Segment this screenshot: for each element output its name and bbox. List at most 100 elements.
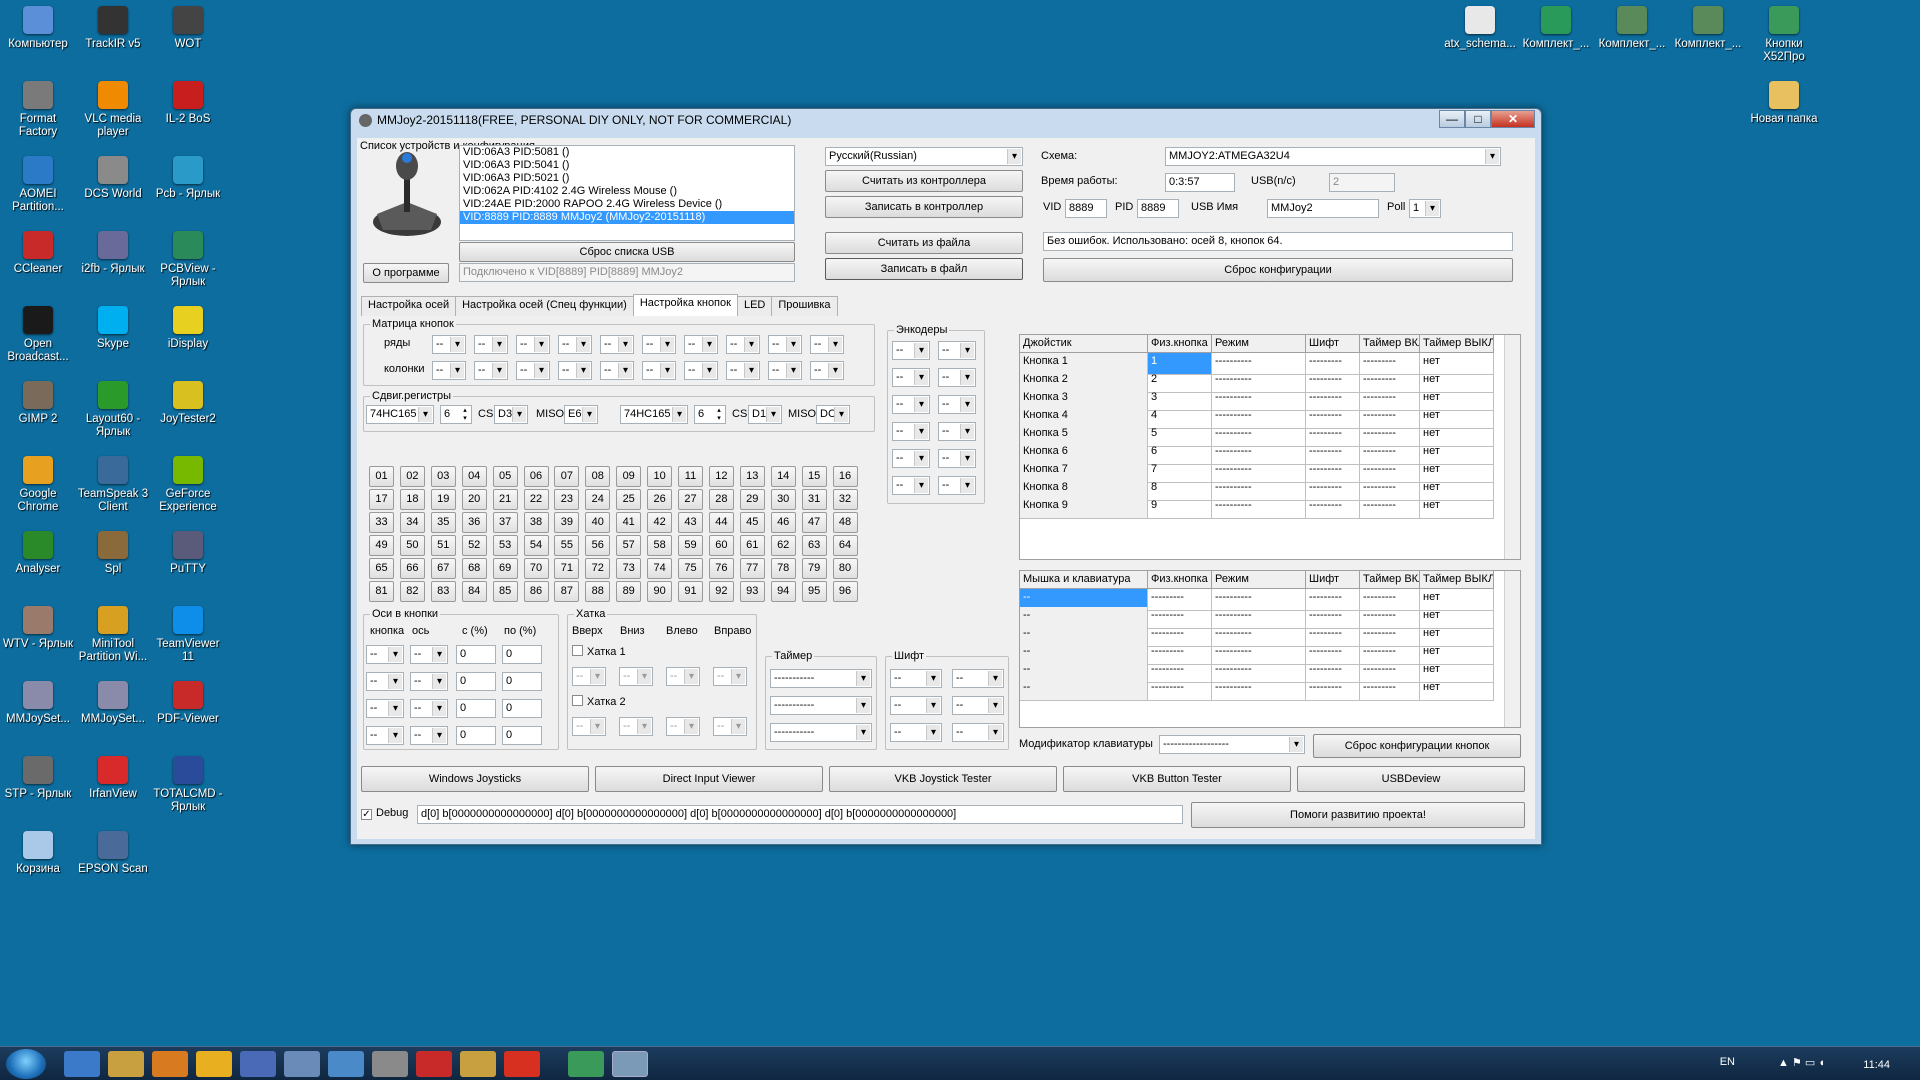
hat1-check-box[interactable] [572, 645, 583, 656]
button-number[interactable]: 94 [770, 581, 796, 602]
button-number[interactable]: 31 [801, 489, 827, 510]
usb-device-list[interactable]: VID:06A3 PID:5081 () VID:06A3 PID:5041 ()… [459, 145, 795, 241]
button-number[interactable]: 05 [492, 466, 518, 487]
button-number[interactable]: 53 [492, 535, 518, 556]
encoder-select[interactable]: -- [938, 341, 976, 360]
desktop-shortcut[interactable]: Комплект_... [1594, 0, 1670, 51]
button-number[interactable]: 39 [554, 512, 580, 533]
app2-taskbar-icon[interactable] [372, 1051, 408, 1077]
button-number[interactable]: 56 [585, 535, 611, 556]
button-number[interactable]: 93 [739, 581, 765, 602]
button-number[interactable]: 36 [461, 512, 487, 533]
encoder-select[interactable]: -- [892, 422, 930, 441]
axis-to-field[interactable]: 0 [502, 726, 542, 745]
table-cell[interactable]: --------- [1306, 497, 1360, 519]
button-number[interactable]: 57 [616, 535, 642, 556]
table-cell[interactable]: ---------- [1212, 497, 1306, 519]
button-number[interactable]: 46 [770, 512, 796, 533]
table-cell[interactable]: нет [1420, 679, 1494, 701]
button-number[interactable]: 35 [430, 512, 456, 533]
clock[interactable]: 11:44 [1863, 1059, 1890, 1071]
desktop-shortcut[interactable]: GeForce Experience [150, 450, 226, 514]
button-number[interactable]: 86 [523, 581, 549, 602]
button-number[interactable]: 52 [461, 535, 487, 556]
button-number[interactable]: 29 [739, 489, 765, 510]
button-number[interactable]: 63 [801, 535, 827, 556]
usb-device-item[interactable]: VID:24AE PID:2000 RAPOO 2.4G Wireless De… [460, 198, 794, 211]
button-number[interactable]: 87 [554, 581, 580, 602]
totalcmd-taskbar-icon[interactable] [240, 1051, 276, 1077]
kb-modifier-select[interactable]: ------------------ [1159, 735, 1305, 754]
encoder-select[interactable]: -- [892, 476, 930, 495]
usb-device-item[interactable]: VID:062A PID:4102 2.4G Wireless Mouse () [460, 185, 794, 198]
table-row[interactable]: -- --------- ---------- --------- --------- н… [1020, 679, 1520, 701]
button-number[interactable]: 69 [492, 558, 518, 579]
button-number[interactable]: 30 [770, 489, 796, 510]
button-number[interactable]: 67 [430, 558, 456, 579]
desktop-shortcut[interactable]: Analyser [0, 525, 76, 576]
button-number[interactable]: 72 [585, 558, 611, 579]
table-row[interactable]: Кнопка 2 2 ---------- --------- --------- нет [1020, 371, 1520, 393]
button-number[interactable]: 75 [678, 558, 703, 579]
table-row[interactable]: -- --------- ---------- --------- --------- н… [1020, 661, 1520, 683]
desktop-shortcut[interactable]: Open Broadcast... [0, 300, 76, 364]
row-select[interactable]: -- [726, 335, 760, 354]
button-number[interactable]: 23 [554, 489, 580, 510]
desktop-shortcut[interactable]: DCS World [75, 150, 151, 201]
chrome-taskbar-icon[interactable] [196, 1051, 232, 1077]
button-number[interactable]: 21 [492, 489, 518, 510]
button-number[interactable]: 90 [647, 581, 673, 602]
tab-0[interactable]: Настройка осей [361, 296, 457, 316]
row-select[interactable]: -- [768, 335, 802, 354]
sr2-cs-select[interactable]: D1 [748, 405, 782, 424]
column-select[interactable]: -- [600, 361, 634, 380]
desktop-shortcut[interactable]: Pcb - Ярлык [150, 150, 226, 201]
explorer-taskbar-icon[interactable] [108, 1051, 144, 1077]
desktop-shortcut[interactable]: Корзина [0, 825, 76, 876]
button-number[interactable]: 76 [708, 558, 734, 579]
button-number[interactable]: 55 [554, 535, 580, 556]
column-select[interactable]: -- [432, 361, 466, 380]
button-number[interactable]: 18 [399, 489, 425, 510]
desktop-shortcut[interactable]: GIMP 2 [0, 375, 76, 426]
desktop-shortcut[interactable]: Format Factory [0, 75, 76, 139]
button-number[interactable]: 91 [678, 581, 703, 602]
button-number[interactable]: 20 [461, 489, 487, 510]
maximize-button[interactable]: □ [1465, 110, 1491, 128]
table-cell[interactable]: --------- [1306, 679, 1360, 701]
table-row[interactable]: Кнопка 8 8 ---------- --------- --------- нет [1020, 479, 1520, 501]
button-number[interactable]: 49 [369, 535, 394, 556]
desktop-shortcut[interactable]: Комплект_... [1670, 0, 1746, 51]
hat-direction-select[interactable]: -- [572, 717, 606, 736]
tab-4[interactable]: Прошивка [771, 296, 838, 316]
write-to-controller-button[interactable]: Записать в контроллер [825, 196, 1023, 218]
encoder-select[interactable]: -- [938, 368, 976, 387]
desktop-shortcut[interactable]: IrfanView [75, 750, 151, 801]
shift-select[interactable]: -- [952, 723, 1004, 742]
axis-select[interactable]: -- [410, 726, 448, 745]
desktop-shortcut[interactable]: Layout60 - Ярлык [75, 375, 151, 439]
media-taskbar-icon[interactable] [152, 1051, 188, 1077]
encoder-select[interactable]: -- [938, 422, 976, 441]
language-indicator[interactable]: EN [1720, 1056, 1735, 1068]
table-cell[interactable]: ---------- [1212, 679, 1306, 701]
reset-buttons-config-button[interactable]: Сброс конфигурации кнопок [1313, 734, 1521, 758]
axis-from-field[interactable]: 0 [456, 726, 496, 745]
button-number[interactable]: 83 [430, 581, 456, 602]
joy-table-scrollbar[interactable] [1504, 335, 1520, 559]
usb-name-field[interactable]: MMJoy2 [1267, 199, 1379, 218]
desktop-shortcut[interactable]: TeamSpeak 3 Client [75, 450, 151, 514]
button-number[interactable]: 60 [708, 535, 734, 556]
table-row[interactable]: Кнопка 4 4 ---------- --------- --------- нет [1020, 407, 1520, 429]
row-select[interactable]: -- [642, 335, 676, 354]
start-button[interactable] [6, 1049, 46, 1079]
shift-select[interactable]: -- [952, 669, 1004, 688]
desktop-shortcut[interactable]: MiniTool Partition Wi... [75, 600, 151, 664]
axis-select[interactable]: -- [410, 672, 448, 691]
write-to-file-button[interactable]: Записать в файл [825, 258, 1023, 280]
button-number[interactable]: 58 [647, 535, 673, 556]
pid-field[interactable]: 8889 [1137, 199, 1179, 218]
table-row[interactable]: Кнопка 3 3 ---------- --------- --------- нет [1020, 389, 1520, 411]
button-number[interactable]: 41 [616, 512, 642, 533]
button-number[interactable]: 26 [647, 489, 673, 510]
